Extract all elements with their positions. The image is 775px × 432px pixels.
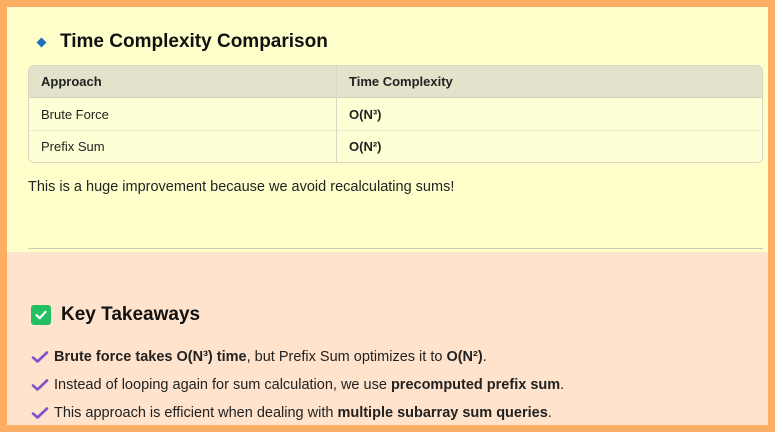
check-mark-icon — [31, 351, 49, 363]
takeaway-plain: . — [482, 349, 487, 365]
takeaway-plain: . — [547, 405, 552, 421]
takeaway-plain: , but Prefix Sum optimizes it to — [246, 349, 447, 365]
takeaway-bold: precomputed prefix sum — [390, 377, 561, 393]
table-row: Brute Force O(N³) — [29, 98, 762, 130]
takeaway-bold: Brute force takes — [54, 349, 177, 365]
list-item: Brute force takes O(N³) time, but Prefix… — [31, 343, 564, 371]
takeaways-heading: Key Takeaways — [31, 304, 200, 326]
takeaway-text: Brute force takes O(N³) time, but Prefix… — [54, 349, 487, 365]
check-mark-icon — [31, 379, 49, 391]
takeaways-list: Brute force takes O(N³) time, but Prefix… — [31, 343, 564, 425]
takeaway-bold: O(N³) — [176, 349, 213, 365]
header-time-complexity: Time Complexity — [336, 66, 762, 98]
complexity-table: Approach Time Complexity Brute Force O(N… — [28, 65, 763, 163]
takeaway-bold: O(N²) — [446, 349, 483, 365]
takeaway-bold: multiple subarray sum queries — [337, 405, 548, 421]
comparison-heading: Time Complexity Comparison — [33, 31, 328, 53]
comparison-section: Time Complexity Comparison Approach Time… — [7, 7, 768, 252]
takeaway-plain: This approach is efficient when dealing … — [54, 405, 338, 421]
cell-approach: Brute Force — [29, 98, 336, 130]
comparison-note: This is a huge improvement because we av… — [28, 179, 455, 195]
takeaway-plain: . — [560, 377, 565, 393]
check-mark-icon — [31, 407, 49, 419]
takeaway-plain: Instead of looping again for sum calcula… — [54, 377, 391, 393]
takeaways-title: Key Takeaways — [61, 304, 201, 325]
cell-complexity: O(N²) — [336, 130, 762, 162]
cell-approach: Prefix Sum — [29, 130, 336, 162]
page-frame: Time Complexity Comparison Approach Time… — [0, 0, 775, 432]
table-header-row: Approach Time Complexity — [29, 66, 762, 98]
section-divider — [28, 248, 763, 249]
list-item: This approach is efficient when dealing … — [31, 399, 564, 425]
checkbox-checked-icon — [31, 305, 51, 325]
takeaway-text: Instead of looping again for sum calcula… — [54, 377, 564, 393]
table-row: Prefix Sum O(N²) — [29, 130, 762, 162]
takeaway-text: This approach is efficient when dealing … — [54, 405, 552, 421]
header-approach: Approach — [29, 66, 336, 98]
list-item: Instead of looping again for sum calcula… — [31, 371, 564, 399]
cell-complexity: O(N³) — [336, 98, 762, 130]
comparison-title: Time Complexity Comparison — [60, 31, 328, 52]
diamond-bullet-icon — [36, 37, 47, 47]
takeaway-bold: time — [212, 349, 247, 365]
